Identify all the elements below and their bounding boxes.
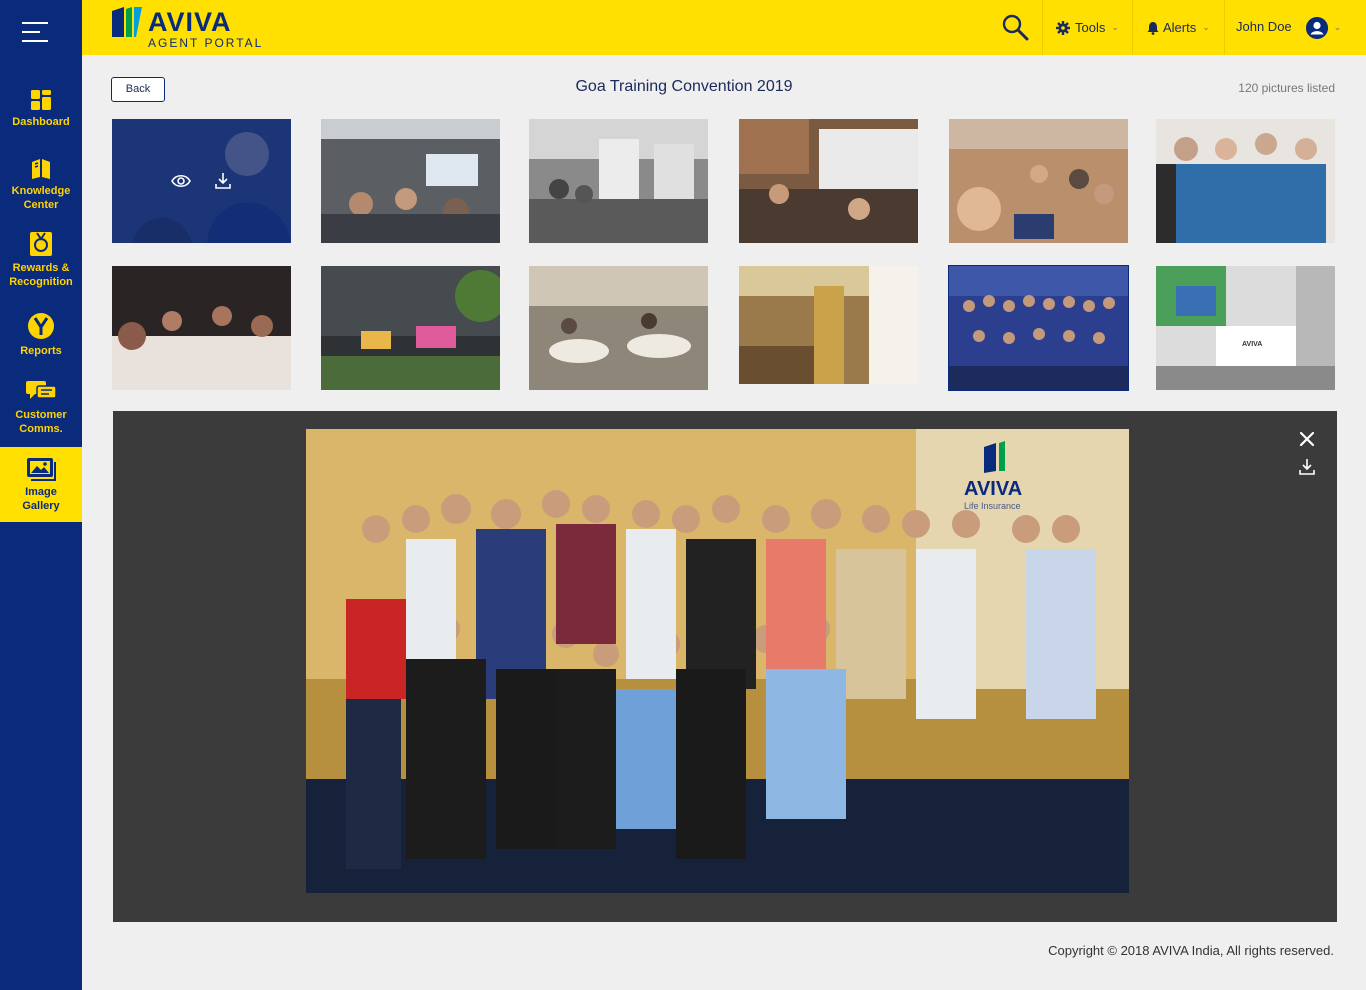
logo-text: AVIVA <box>148 7 232 37</box>
gallery-thumbnail[interactable] <box>529 266 708 390</box>
page-title: Goa Training Convention 2019 <box>575 78 793 95</box>
footer-copyright: Copyright © 2018 AVIVA India, All rights… <box>1048 943 1334 958</box>
thumbnail-image: AVIVA <box>1156 266 1335 390</box>
chevron-down-icon: ⌄ <box>1333 22 1342 32</box>
gallery-thumbnail[interactable] <box>949 119 1128 243</box>
gallery-thumbnail[interactable] <box>112 119 291 243</box>
gallery-thumbnail[interactable] <box>321 119 500 243</box>
logo-subtitle: AGENT PORTAL <box>148 36 264 50</box>
image-gallery-icon <box>27 458 56 481</box>
thumbnail-image <box>1156 119 1335 243</box>
gear-icon <box>1056 20 1070 35</box>
bell-icon <box>1147 21 1159 35</box>
thumbnail-image <box>321 266 500 390</box>
top-header: AVIVA AGENT PORTAL Tools ⌄ Alerts ⌄ John… <box>82 0 1366 55</box>
gallery-thumbnail[interactable] <box>321 266 500 390</box>
sidebar-item-label: Customer Comms. <box>15 409 67 435</box>
sidebar-item-label: Reports <box>20 345 62 357</box>
sidebar-item-label: Knowledge Center <box>11 185 71 211</box>
search-icon[interactable] <box>1000 12 1030 42</box>
tools-menu[interactable]: Tools ⌄ <box>1056 0 1119 55</box>
header-divider <box>1132 0 1133 55</box>
chat-bubbles-icon <box>26 381 57 399</box>
aviva-logo[interactable]: AVIVA AGENT PORTAL <box>112 7 272 51</box>
dashboard-grid-icon <box>31 90 51 110</box>
viewer-image: AVIVA Life Insurance <box>306 429 1129 893</box>
gallery-thumbnail[interactable] <box>529 119 708 243</box>
tools-label: Tools <box>1075 20 1106 35</box>
reports-y-icon <box>28 313 54 339</box>
gallery-thumbnail[interactable] <box>739 119 918 243</box>
backdrop-subtext: Life Insurance <box>964 501 1021 511</box>
sidebar-item-dashboard[interactable]: Dashboard <box>0 89 82 133</box>
thumbnail-image <box>949 266 1128 390</box>
sidebar-item-label: Dashboard <box>12 116 70 128</box>
back-button[interactable]: Back <box>111 77 165 102</box>
close-icon[interactable] <box>1297 429 1317 449</box>
gallery-thumbnail[interactable] <box>1156 119 1335 243</box>
thumbnail-logo-text: AVIVA <box>1242 341 1262 348</box>
thumbnail-hover-overlay <box>112 119 291 243</box>
thumbnail-image <box>321 119 500 243</box>
user-name: John Doe <box>1236 19 1292 34</box>
aviva-logo-mark-icon <box>112 7 142 37</box>
hamburger-menu-icon[interactable] <box>22 22 48 42</box>
gallery-thumbnail[interactable] <box>739 266 918 384</box>
sidebar-item-label: Image Gallery <box>22 486 60 512</box>
header-divider <box>1224 0 1225 55</box>
thumbnail-image <box>949 119 1128 243</box>
alerts-label: Alerts <box>1163 20 1197 35</box>
gallery-thumbnail-selected[interactable] <box>948 265 1129 391</box>
header-divider <box>1042 0 1043 55</box>
user-menu[interactable]: John Doe ⌄ <box>1236 0 1341 55</box>
eye-icon[interactable] <box>170 171 191 191</box>
thumbnail-image <box>739 119 918 243</box>
sidebar-item-rewards[interactable]: Rewards & Recognition <box>0 231 82 291</box>
gallery-thumbnail[interactable]: AVIVA <box>1156 266 1335 390</box>
thumbnail-image <box>112 266 291 390</box>
sidebar-item-image-gallery[interactable]: Image Gallery <box>0 447 82 522</box>
chevron-down-icon: ⌄ <box>1111 22 1119 32</box>
book-icon <box>32 159 50 179</box>
picture-count: 120 pictures listed <box>1238 81 1335 95</box>
image-viewer: AVIVA Life Insurance <box>113 411 1337 922</box>
sidebar-item-customer-comms[interactable]: Customer Comms. <box>0 380 82 436</box>
sidebar-item-reports[interactable]: Reports <box>0 312 82 357</box>
backdrop-text: AVIVA <box>964 478 1022 500</box>
viewer-photo: AVIVA Life Insurance <box>306 429 1129 893</box>
alerts-menu[interactable]: Alerts ⌄ <box>1147 0 1210 55</box>
chevron-down-icon: ⌄ <box>1202 22 1210 32</box>
gallery-thumbnail[interactable] <box>112 266 291 390</box>
thumbnail-image <box>529 119 708 243</box>
sidebar-item-label: Rewards & Recognition <box>9 262 73 288</box>
download-icon[interactable] <box>1297 457 1317 477</box>
sidebar-item-knowledge-center[interactable]: Knowledge Center <box>0 156 82 212</box>
download-icon[interactable] <box>213 171 233 191</box>
thumbnail-image <box>739 266 918 384</box>
user-avatar-icon <box>1305 16 1328 39</box>
medal-icon <box>30 232 52 256</box>
thumbnail-image <box>529 266 708 390</box>
sidebar: Dashboard Knowledge Center Rewards & Rec… <box>0 0 82 990</box>
